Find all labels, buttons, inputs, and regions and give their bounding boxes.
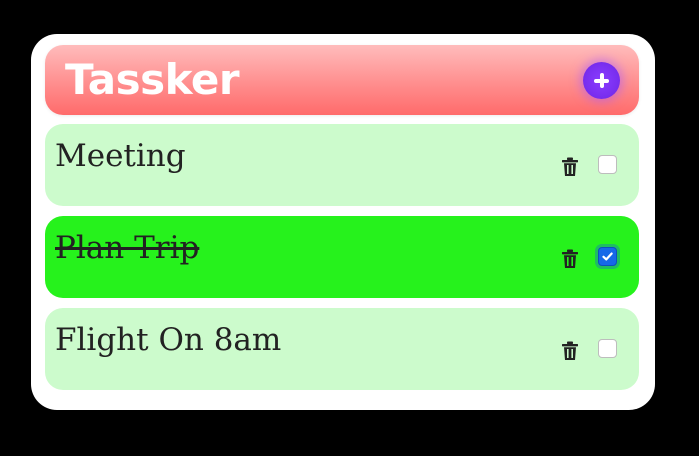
add-task-button[interactable]: [583, 62, 620, 99]
task-text: Meeting: [55, 138, 186, 174]
trash-icon[interactable]: [561, 341, 579, 361]
task-text: Plan Trip: [55, 230, 200, 266]
task-checkbox[interactable]: [598, 339, 617, 358]
trash-icon[interactable]: [561, 249, 579, 269]
trash-icon[interactable]: [561, 157, 579, 177]
app-header: Tassker: [45, 45, 639, 115]
task-item: Plan Trip: [45, 216, 639, 298]
task-checkbox[interactable]: [598, 247, 617, 266]
app-title: Tassker: [65, 55, 240, 104]
task-item: Meeting: [45, 124, 639, 206]
task-checkbox[interactable]: [598, 155, 617, 174]
task-text: Flight On 8am: [55, 322, 282, 358]
task-item: Flight On 8am: [45, 308, 639, 390]
task-card: Tassker Meeting Plan Trip Flight On 8am: [31, 34, 655, 410]
check-icon: [602, 252, 613, 261]
